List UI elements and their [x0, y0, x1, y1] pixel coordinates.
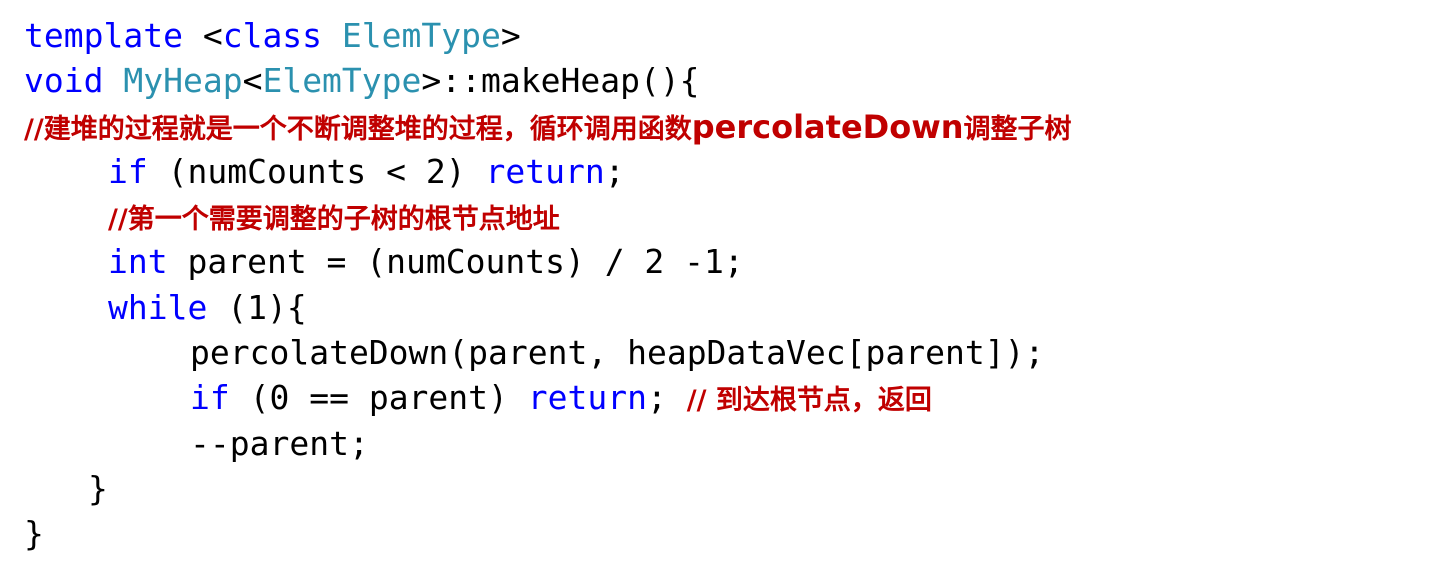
code-line-6: int parent = (numCounts) / 2 -1; — [24, 239, 1072, 284]
code-line-5: //第一个需要调整的子树的根节点地址 — [24, 194, 1072, 239]
code-line-11: } — [24, 466, 1072, 511]
keyword-return: return — [527, 378, 647, 418]
comment-text: 调整子树 — [963, 113, 1072, 145]
code-text: < — [242, 61, 263, 101]
comment-text: //建堆的过程就是一个不断调整堆的过程，循环调用函数 — [24, 113, 692, 145]
code-text: >::makeHeap(){ — [421, 61, 700, 101]
code-text: > — [500, 16, 521, 55]
code-text: (numCounts < 2) — [147, 151, 486, 191]
keyword-class: class — [222, 16, 323, 55]
closing-brace: } — [24, 514, 44, 554]
code-text: (1){ — [207, 287, 307, 327]
code-line-12: } — [24, 511, 1072, 556]
code-line-4: if (numCounts < 2) return; — [24, 149, 1072, 194]
code-text: < — [182, 16, 223, 55]
code-text: (0 == parent) — [229, 378, 528, 418]
keyword-return: return — [485, 151, 605, 191]
code-line-7: while (1){ — [24, 285, 1072, 330]
keyword-if: if — [190, 378, 230, 418]
code-text: percolateDown(parent, heapDataVec[parent… — [190, 333, 1045, 373]
keyword-template: template — [24, 16, 183, 55]
code-text: ; — [604, 151, 625, 191]
type-elemtype: ElemType — [262, 61, 422, 101]
code-text: ; — [646, 378, 687, 418]
closing-brace: } — [88, 468, 108, 508]
keyword-while: while — [108, 287, 208, 327]
code-text: parent = (numCounts) / 2 -1; — [167, 242, 744, 282]
code-line-3: //建堆的过程就是一个不断调整堆的过程，循环调用函数percolateDown调… — [24, 104, 1072, 149]
comment-text: percolateDown — [691, 107, 964, 146]
type-elemtype: ElemType — [341, 16, 501, 55]
keyword-void: void — [24, 61, 104, 101]
code-text: --parent; — [190, 423, 369, 463]
code-line-9: if (0 == parent) return; // 到达根节点，返回 — [24, 375, 1072, 420]
comment-build-heap: //建堆的过程就是一个不断调整堆的过程，循环调用函数percolateDown调… — [24, 108, 1072, 146]
code-line-1: template <class ElemType> — [24, 13, 1072, 58]
keyword-if: if — [108, 151, 148, 191]
code-line-10: --parent; — [24, 421, 1072, 466]
comment-first-subtree: //第一个需要调整的子树的根节点地址 — [108, 204, 560, 236]
code-line-2: void MyHeap<ElemType>::makeHeap(){ — [24, 58, 1072, 103]
keyword-int: int — [108, 242, 168, 282]
code-block: template <class ElemType> void MyHeap<El… — [24, 13, 1072, 557]
comment-reach-root: // 到达根节点，返回 — [686, 385, 932, 417]
code-line-8: percolateDown(parent, heapDataVec[parent… — [24, 330, 1072, 375]
type-myheap: MyHeap — [123, 61, 243, 101]
